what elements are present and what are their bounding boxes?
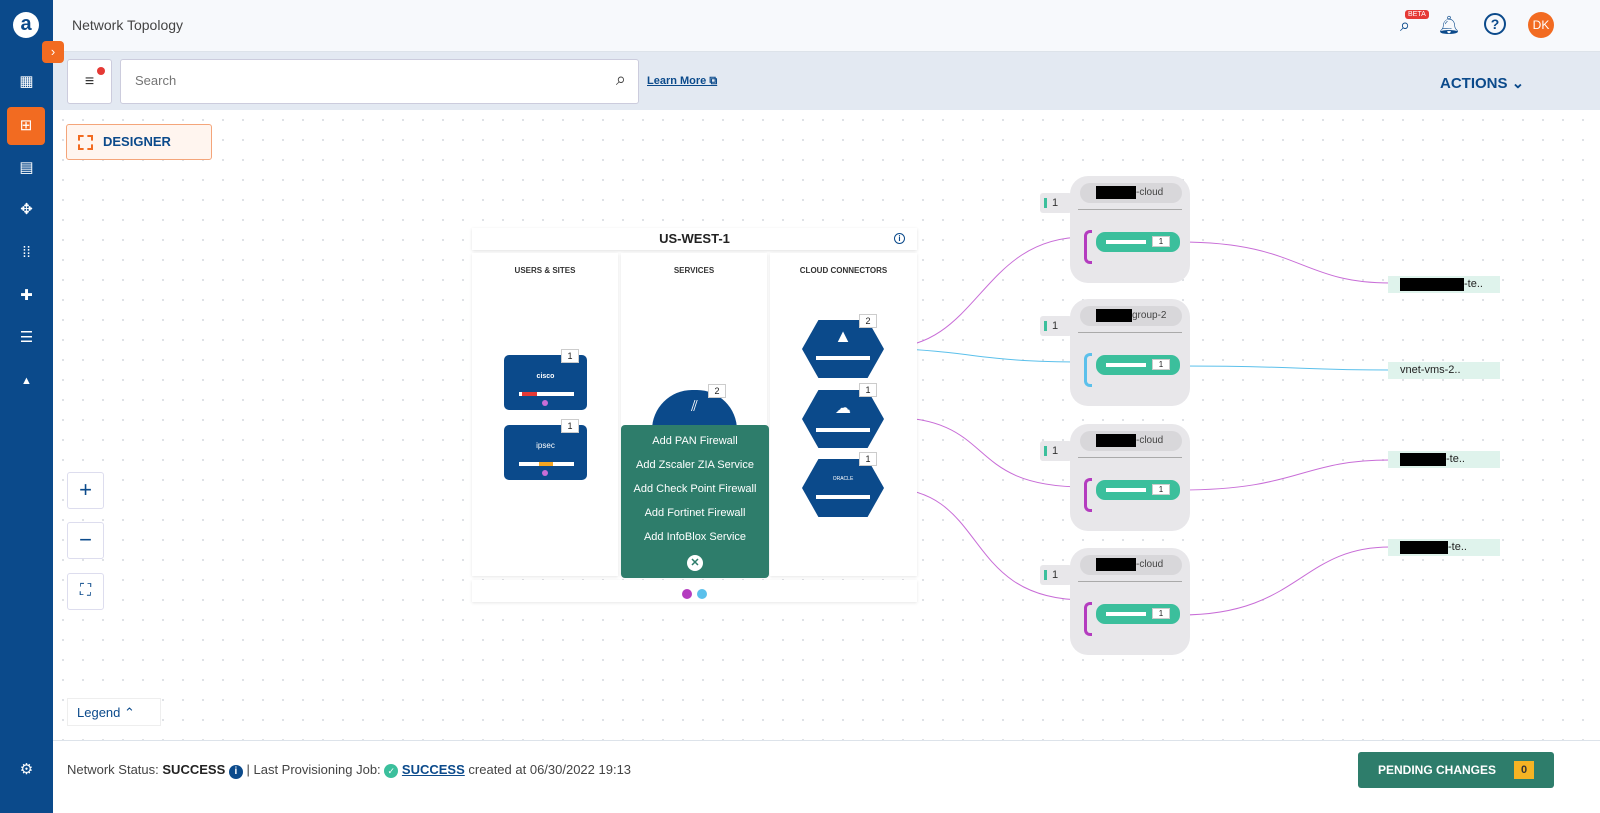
group-name: -cloud [1080, 431, 1182, 451]
group-tag: 1 [1040, 316, 1072, 336]
group-tag: 1 [1040, 441, 1072, 461]
connector-cloud[interactable]: ☁ [802, 390, 884, 448]
network-status-label: Network Status: [67, 762, 159, 777]
link [1179, 546, 1391, 616]
count-badge: 2 [708, 384, 726, 398]
check-circle-icon: ✓ [384, 764, 399, 778]
count-badge: 2 [859, 314, 877, 328]
group-name: -cloud [1080, 183, 1182, 203]
redacted [1096, 308, 1132, 322]
link [1179, 241, 1391, 284]
redacted [1096, 185, 1136, 199]
pending-label: PENDING CHANGES [1378, 763, 1497, 777]
group-name: group-2 [1080, 306, 1182, 326]
designer-button[interactable]: DESIGNER [66, 124, 212, 160]
vnet-group[interactable]: group-2 1 [1070, 299, 1190, 406]
designer-label: DESIGNER [103, 134, 171, 149]
redacted [1400, 277, 1464, 291]
status-dot [682, 589, 693, 599]
job-created-at: created at 06/30/2022 19:13 [468, 762, 632, 777]
menu-item-add-check-point[interactable]: Add Check Point Firewall [621, 477, 769, 501]
count-badge: 1 [1152, 608, 1170, 619]
endpoint-label[interactable]: vnet-vms-2.. [1388, 362, 1500, 379]
group-bracket [1084, 230, 1092, 264]
site-label: ipsec [536, 441, 555, 450]
menu-item-add-infoblox[interactable]: Add InfoBlox Service [621, 525, 769, 549]
status-dot [696, 589, 707, 599]
menu-item-add-pan-firewall[interactable]: Add PAN Firewall [621, 429, 769, 453]
count-badge: 1 [1152, 359, 1170, 370]
oracle-label: ORACLE [832, 476, 854, 482]
region-name: US-WEST-1 [659, 231, 730, 246]
link [1179, 365, 1391, 371]
redacted [1400, 452, 1446, 466]
count-badge: 1 [561, 349, 579, 363]
expand-sidebar-button[interactable]: › [42, 41, 64, 63]
count-badge: 1 [859, 452, 877, 466]
site-label: cisco [536, 373, 555, 380]
count-badge: 1 [561, 419, 579, 433]
redacted [1096, 433, 1136, 447]
column-users-sites: USERS & SITES [472, 253, 618, 576]
pending-count-badge: 0 [1514, 761, 1534, 779]
column-title: USERS & SITES [514, 266, 576, 275]
group-tag: 1 [1040, 193, 1072, 213]
endpoint-label[interactable]: -te.. [1388, 276, 1500, 293]
group-name: -cloud [1080, 555, 1182, 575]
menu-item-add-zscaler-zia[interactable]: Add Zscaler ZIA Service [621, 453, 769, 477]
close-icon[interactable]: ✕ [687, 555, 703, 571]
subnet-pill[interactable]: 1 [1096, 232, 1180, 252]
pending-changes-button[interactable]: PENDING CHANGES 0 [1358, 752, 1554, 788]
designer-icon [78, 135, 93, 150]
column-title: CLOUD CONNECTORS [799, 266, 888, 275]
subnet-pill[interactable]: 1 [1096, 355, 1180, 375]
redacted [1400, 540, 1448, 554]
vnet-group[interactable]: -cloud 1 [1070, 548, 1190, 655]
endpoint-label[interactable]: -te.. [1388, 539, 1500, 556]
zoom-out-button[interactable]: − [67, 522, 104, 559]
site-node-ipsec[interactable]: ipsec 1 [504, 419, 587, 480]
site-node-cisco[interactable]: cisco 1 [504, 349, 587, 410]
job-label: | Last Provisioning Job: [246, 762, 381, 777]
legend-toggle[interactable]: Legend ⌃ [67, 698, 161, 726]
job-status-link[interactable]: SUCCESS [402, 762, 465, 777]
zoom-in-button[interactable]: + [67, 472, 104, 509]
region-header: US-WEST-1 i [472, 228, 917, 250]
info-icon[interactable]: i [894, 233, 905, 244]
group-bracket [1084, 353, 1092, 387]
menu-item-add-fortinet[interactable]: Add Fortinet Firewall [621, 501, 769, 525]
count-badge: 1 [859, 383, 877, 397]
link [1179, 459, 1391, 491]
subnet-pill[interactable]: 1 [1096, 480, 1180, 500]
fit-screen-button[interactable]: ⛶ [67, 573, 104, 610]
connector-azure[interactable]: ▲ [802, 320, 884, 378]
connector-oracle[interactable]: ORACLE [802, 459, 884, 517]
column-title: SERVICES [673, 266, 715, 275]
group-tag: 1 [1040, 565, 1072, 585]
info-icon[interactable]: i [228, 765, 243, 779]
redacted [1096, 557, 1136, 571]
network-status-value: SUCCESS [162, 762, 226, 777]
vnet-group[interactable]: -cloud 1 [1070, 176, 1190, 283]
group-bracket [1084, 478, 1092, 512]
count-badge: 1 [1152, 236, 1170, 247]
endpoint-label[interactable]: -te.. [1388, 451, 1500, 468]
subnet-pill[interactable]: 1 [1096, 604, 1180, 624]
group-bracket [1084, 602, 1092, 636]
add-service-menu: Add PAN Firewall Add Zscaler ZIA Service… [621, 425, 769, 578]
region-footer [472, 580, 917, 602]
status-line: Network Status: SUCCESS i | Last Provisi… [67, 762, 631, 779]
count-badge: 1 [1152, 484, 1170, 495]
vnet-group[interactable]: -cloud 1 [1070, 424, 1190, 531]
